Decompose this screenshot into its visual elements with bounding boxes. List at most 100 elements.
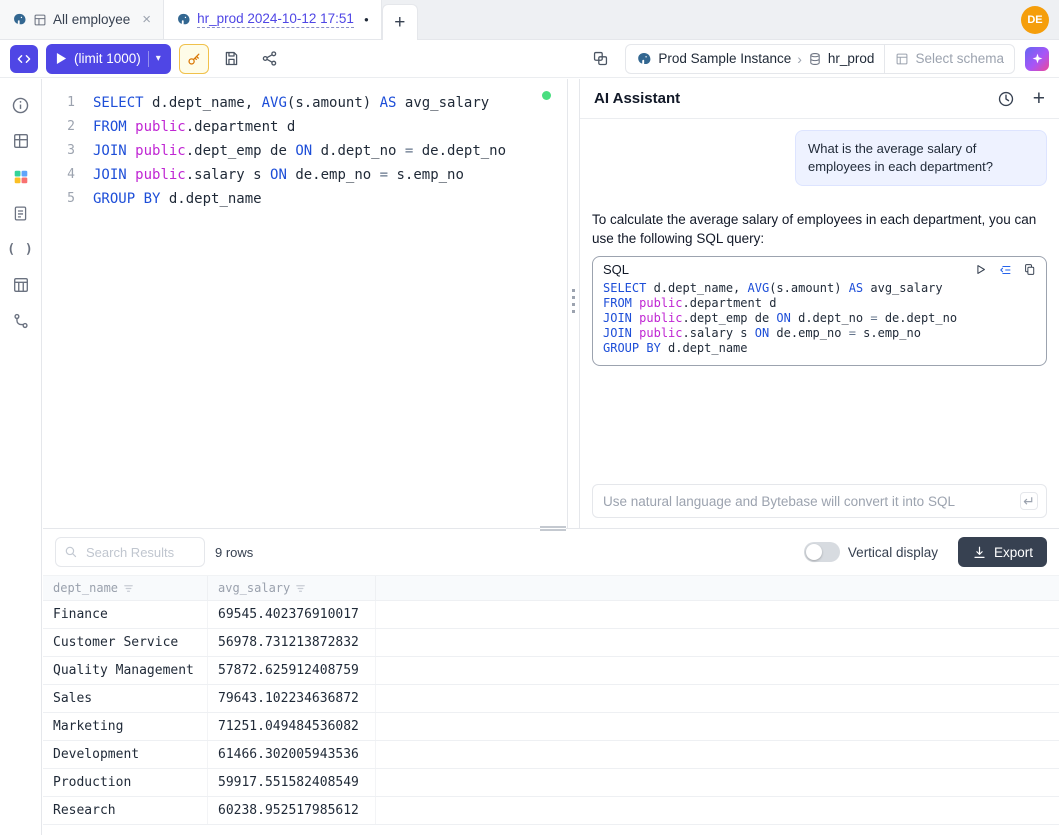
select-schema-button[interactable]: Select schema [884,45,1014,73]
sql-token: d.dept_name [661,341,748,355]
row-filler [376,769,1059,796]
table-row[interactable]: Finance69545.402376910017 [43,601,1059,629]
share-button[interactable] [255,44,285,74]
divider [148,51,149,67]
sort-icon[interactable] [295,583,306,594]
sql-editor-mode-button[interactable] [10,45,38,73]
sql-token: SELECT [93,95,144,111]
table-row[interactable]: Research60238.952517985612 [43,797,1059,825]
table-row[interactable]: Marketing71251.049484536082 [43,713,1059,741]
postgres-icon [176,12,191,27]
table-cell: 57872.625912408759 [208,657,376,684]
format-layout-button[interactable] [585,44,615,74]
sql-token: public [639,296,682,310]
header-filler [376,576,1059,600]
search-box [55,537,205,567]
column-header[interactable]: dept_name [43,576,208,600]
table-row[interactable]: Quality Management57872.625912408759 [43,657,1059,685]
tables-button[interactable] [0,123,42,159]
sheet-icon [33,13,47,27]
worksheet-icon [12,205,29,222]
column-header[interactable]: avg_salary [208,576,376,600]
admin-mode-key-button[interactable] [179,44,209,74]
data-table-button[interactable] [0,267,42,303]
table-row[interactable]: Sales79643.102234636872 [43,685,1059,713]
sql-code-block: SQL SELECT d.dept_name, AVG(s.amount) AS… [592,256,1047,366]
sql-token: s.emp_no [388,167,464,183]
row-filler [376,741,1059,768]
table-row[interactable]: Development61466.302005943536 [43,741,1059,769]
sql-token: de.dept_no [413,143,506,159]
chevron-down-icon[interactable]: ▾ [156,53,161,64]
row-filler [376,685,1059,712]
table-cell: 59917.551582408549 [208,769,376,796]
new-chat-icon[interactable]: + [1033,88,1045,109]
sql-token: AS [380,95,397,111]
breadcrumb-separator: › [797,51,802,67]
run-query-button[interactable] [974,263,987,276]
table-row[interactable]: Production59917.551582408549 [43,769,1059,797]
table-row[interactable]: Customer Service56978.731213872832 [43,629,1059,657]
key-icon [186,51,202,67]
row-count: 9 rows [215,545,253,560]
sql-line: 2FROM public.department d [43,115,567,139]
worksheet-button[interactable] [0,195,42,231]
sql-code[interactable]: 1SELECT d.dept_name, AVG(s.amount) AS av… [43,91,567,211]
avatar[interactable]: DE [1021,6,1049,34]
joins-button[interactable] [0,303,42,339]
sql-editor[interactable]: 1SELECT d.dept_name, AVG(s.amount) AS av… [43,79,567,528]
column-label: dept_name [53,581,118,595]
sql-line: SELECT d.dept_name, AVG(s.amount) AS avg… [603,281,1036,296]
copy-button[interactable] [1023,263,1036,276]
sql-token: = [380,167,388,183]
download-icon [972,545,987,560]
instance-database-crumb[interactable]: Prod Sample Instance › hr_prod [626,45,884,73]
tab-hr-prod[interactable]: hr_prod 2024-10-12 17:51 ● [164,0,382,39]
schema-diagram-button[interactable] [0,159,42,195]
left-rail: ( ) [0,79,42,835]
sql-token: ON [295,143,312,159]
sql-token: d.dept_name, [646,281,747,295]
table-cell: Sales [43,685,208,712]
table-cell: Research [43,797,208,824]
new-tab-button[interactable]: + [382,4,418,40]
sql-token: d.dept_name, [144,95,262,111]
ai-prompt-input[interactable] [592,484,1047,518]
save-icon [223,50,240,67]
panels-icon [592,50,609,67]
tab-label: All employee [53,12,130,27]
table-cell: Development [43,741,208,768]
table-cell: Marketing [43,713,208,740]
close-icon[interactable]: × [142,12,151,27]
sql-line: GROUP BY d.dept_name [603,341,1036,356]
code-block-header: SQL [593,257,1046,279]
ai-assistant-toggle-button[interactable] [1025,47,1049,71]
sort-icon[interactable] [123,583,134,594]
table-cell: Finance [43,601,208,628]
line-number: 3 [43,139,87,163]
info-icon [11,96,30,115]
sql-token: JOIN [93,143,127,159]
sql-token: avg_salary [396,95,489,111]
sql-line: JOIN public.salary s ON de.emp_no = s.em… [603,326,1036,341]
horizontal-splitter-handle[interactable] [540,526,566,531]
bytebase-sql-editor: All employee × hr_prod 2024-10-12 17:51 … [0,0,1059,835]
history-clock-icon[interactable] [997,90,1015,108]
ai-assistant-title: AI Assistant [594,90,680,107]
results-toolbar-right: Vertical display Export [804,537,1047,567]
panel-splitter[interactable] [567,79,580,528]
row-filler [376,797,1059,824]
sql-token: .department d [186,119,296,135]
run-button[interactable]: (limit 1000) ▾ [46,44,171,74]
save-button[interactable] [217,44,247,74]
export-button[interactable]: Export [958,537,1047,567]
ai-prompt-input-wrap: ↵ [592,484,1047,518]
code-icon [16,51,32,67]
line-number: 4 [43,163,87,187]
instance-name: Prod Sample Instance [658,51,791,66]
insert-to-editor-button[interactable] [998,263,1012,277]
snippets-button[interactable]: ( ) [0,231,42,267]
info-button[interactable] [0,87,42,123]
tab-all-employee[interactable]: All employee × [0,0,164,39]
vertical-display-toggle[interactable] [804,542,840,562]
